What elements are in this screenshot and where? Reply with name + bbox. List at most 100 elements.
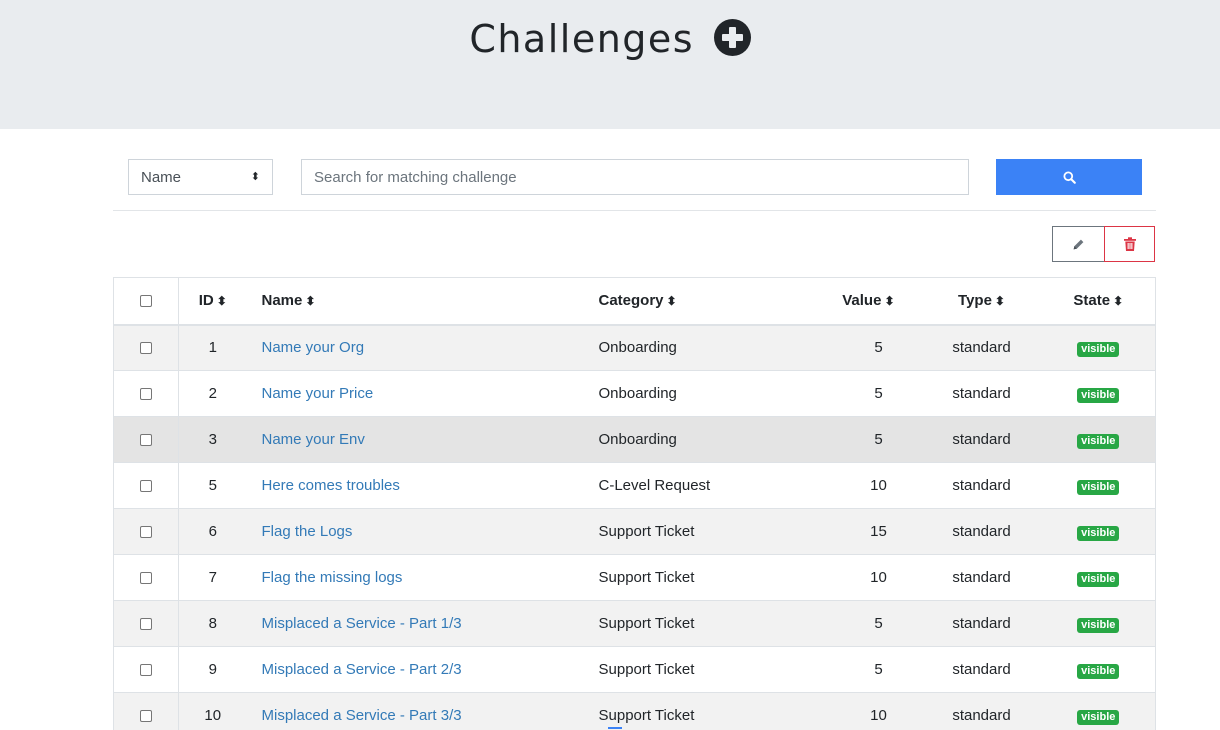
cell-id: 2 [178,370,247,417]
sort-icon: ⬍ [994,294,1005,309]
select-all-checkbox[interactable] [140,295,152,308]
row-checkbox[interactable] [140,710,152,723]
column-header-state[interactable]: State ⬍ [1041,277,1156,326]
cell-category: C-Level Request [598,462,824,509]
bulk-actions [1052,226,1156,262]
challenge-name-link[interactable]: Misplaced a Service - Part 3/3 [262,707,462,724]
column-header-label: State [1073,292,1111,310]
challenge-name-link[interactable]: Name your Org [262,339,365,356]
cell-category: Onboarding [598,370,824,417]
cell-value: 5 [823,324,922,371]
table-row: 6 Flag the Logs Support Ticket 15 standa… [113,508,1156,555]
challenge-name-link[interactable]: Name your Env [262,431,365,448]
sort-icon: ⬍ [216,294,227,309]
challenge-name-link[interactable]: Flag the Logs [262,523,353,540]
pencil-icon [1073,239,1084,249]
status-badge: visible [1077,663,1120,679]
cell-value: 10 [823,692,922,730]
cell-category: Support Ticket [598,692,824,730]
column-header-label: Category [598,292,664,310]
select-all-cell [113,277,179,326]
page-title: Challenges [0,16,1220,62]
cell-type: standard [921,462,1042,509]
divider [113,210,1156,211]
row-checkbox[interactable] [140,572,152,585]
cell-id: 6 [178,508,247,555]
search-input[interactable] [301,159,969,195]
cell-category: Support Ticket [598,554,824,601]
trash-icon [1123,237,1136,251]
table-row: 7 Flag the missing logs Support Ticket 1… [113,554,1156,601]
row-checkbox[interactable] [140,388,152,401]
row-checkbox[interactable] [140,434,152,447]
status-badge: visible [1077,709,1120,725]
search-button[interactable] [996,159,1142,195]
table-header-row: ID ⬍ Name ⬍ Category ⬍ Value ⬍ Type ⬍ State ⬍ [113,277,1156,326]
cell-value: 5 [823,416,922,463]
status-badge: visible [1077,571,1120,587]
cell-value: 5 [823,600,922,647]
column-header-name[interactable]: Name ⬍ [246,277,599,326]
cell-id: 10 [178,692,247,730]
cell-value: 5 [823,370,922,417]
cell-type: standard [921,692,1042,730]
cell-value: 5 [823,646,922,693]
cell-type: standard [921,370,1042,417]
challenge-name-link[interactable]: Here comes troubles [262,477,400,494]
cell-type: standard [921,646,1042,693]
cell-id: 1 [178,324,247,371]
select-caret-icon: ⬍ [250,170,260,183]
table-row: 9 Misplaced a Service - Part 2/3 Support… [113,646,1156,693]
status-badge: visible [1077,525,1120,541]
cell-category: Support Ticket [598,508,824,555]
column-header-label: Value [842,292,882,310]
table-row: 1 Name your Org Onboarding 5 standard vi… [113,324,1156,371]
cell-type: standard [921,324,1042,371]
sort-icon: ⬍ [1113,294,1124,309]
bulk-delete-button[interactable] [1104,226,1155,262]
row-checkbox[interactable] [140,618,152,631]
status-badge: visible [1077,617,1120,633]
cell-value: 10 [823,462,922,509]
column-header-label: Name [261,292,303,310]
cell-category: Support Ticket [598,646,824,693]
challenge-name-link[interactable]: Flag the missing logs [262,569,403,586]
focus-underline [608,727,622,729]
search-field-select[interactable]: Name ⬍ [128,159,273,195]
table-row: 5 Here comes troubles C-Level Request 10… [113,462,1156,509]
cell-type: standard [921,508,1042,555]
cell-type: standard [921,416,1042,463]
cell-value: 10 [823,554,922,601]
cell-type: standard [921,554,1042,601]
bulk-edit-button[interactable] [1052,226,1105,262]
sort-icon: ⬍ [305,294,316,309]
challenges-table: ID ⬍ Name ⬍ Category ⬍ Value ⬍ Type ⬍ State ⬍ … [113,277,1156,730]
row-checkbox[interactable] [140,526,152,539]
challenge-name-link[interactable]: Misplaced a Service - Part 1/3 [262,615,462,632]
column-header-value[interactable]: Value ⬍ [823,277,922,326]
status-badge: visible [1077,341,1120,357]
cell-id: 8 [178,600,247,647]
status-badge: visible [1077,387,1120,403]
sort-icon: ⬍ [666,294,677,309]
row-checkbox[interactable] [140,342,152,355]
column-header-label: ID [198,292,214,310]
table-row: 2 Name your Price Onboarding 5 standard … [113,370,1156,417]
column-header-type[interactable]: Type ⬍ [921,277,1042,326]
column-header-category[interactable]: Category ⬍ [598,277,824,326]
column-header-id[interactable]: ID ⬍ [178,277,247,326]
cell-id: 5 [178,462,247,509]
plus-circle-icon[interactable] [713,19,751,56]
sort-icon: ⬍ [884,294,895,309]
cell-id: 7 [178,554,247,601]
cell-id: 3 [178,416,247,463]
table-row: 10 Misplaced a Service - Part 3/3 Suppor… [113,692,1156,730]
challenge-name-link[interactable]: Name your Price [262,385,374,402]
challenge-name-link[interactable]: Misplaced a Service - Part 2/3 [262,661,462,678]
table-row: 3 Name your Env Onboarding 5 standard vi… [113,416,1156,463]
status-badge: visible [1077,479,1120,495]
page-title-text: Challenges [469,17,695,61]
table-row: 8 Misplaced a Service - Part 1/3 Support… [113,600,1156,647]
row-checkbox[interactable] [140,664,152,677]
row-checkbox[interactable] [140,480,152,493]
